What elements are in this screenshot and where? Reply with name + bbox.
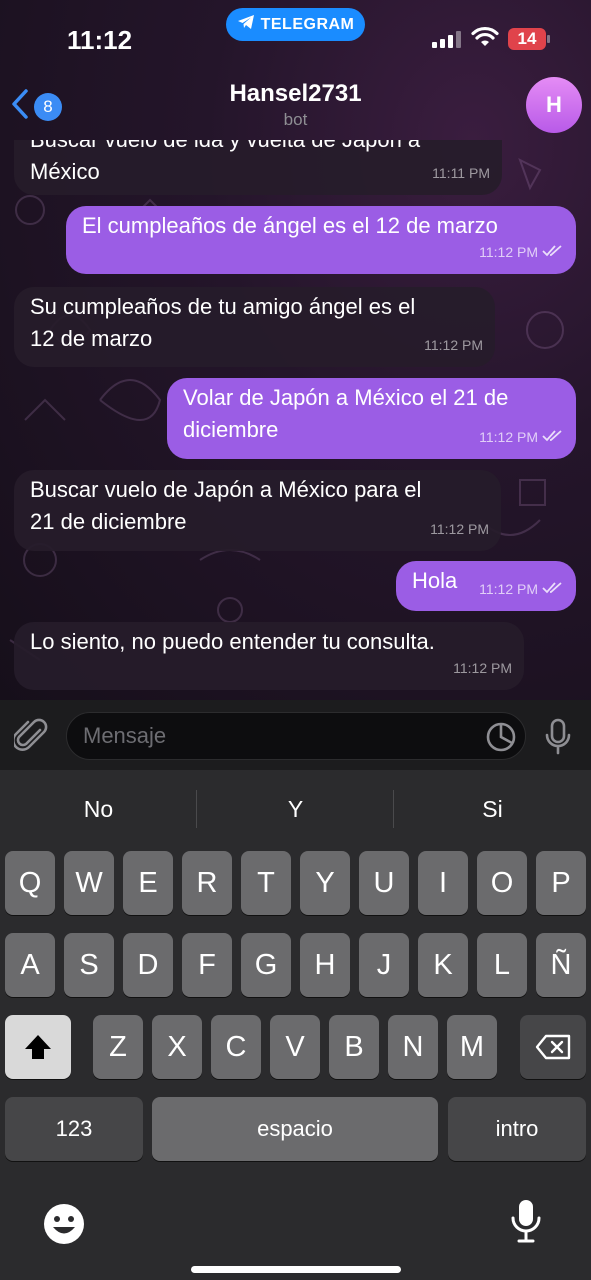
key-k[interactable]: K [418,933,468,997]
read-checkmarks-icon [542,573,564,605]
key-v[interactable]: V [270,1015,320,1079]
dictation-icon[interactable] [510,1198,542,1249]
suggestion-1[interactable]: No [0,770,197,848]
telegram-icon [237,14,255,35]
chat-subtitle: bot [283,110,308,129]
message-field[interactable] [66,712,526,760]
message-outgoing[interactable]: El cumpleaños de ángel es el 12 de marzo… [66,206,576,274]
key-t[interactable]: T [241,851,291,915]
attach-icon[interactable] [12,716,50,761]
key-s[interactable]: S [64,933,114,997]
message-input[interactable] [83,719,473,753]
key-u[interactable]: U [359,851,409,915]
keyboard-bottom [0,1180,591,1280]
message-time: 11:12 PM [430,521,489,537]
message-text: Buscar vuelo de ida y vuelta de Japón aM… [30,140,420,184]
message-text: Buscar vuelo de Japón a México para el 21… [30,477,422,534]
message-outgoing[interactable]: Volar de Japón a México el 21 de diciembr… [167,378,576,459]
read-checkmarks-icon [542,236,564,268]
message-time: 11:12 PM [479,236,564,268]
message-text: Su cumpleaños de tu amigo ángel es el 12 … [30,294,416,351]
key-q[interactable]: Q [5,851,55,915]
emoji-icon[interactable] [42,1202,86,1251]
shift-key[interactable] [5,1015,71,1079]
key-g[interactable]: G [241,933,291,997]
key-n[interactable]: N [388,1015,438,1079]
key-a[interactable]: A [5,933,55,997]
keyboard: No Y Si Q W E R T Y U I O P A S D F G H … [0,770,591,1280]
return-key[interactable]: intro [448,1097,586,1161]
status-time: 11:12 [67,25,133,55]
key-m[interactable]: M [447,1015,497,1079]
suggestion-bar: No Y Si [0,770,591,848]
key-j[interactable]: J [359,933,409,997]
key-r[interactable]: R [182,851,232,915]
message-incoming[interactable]: Su cumpleaños de tu amigo ángel es el 12 … [14,287,495,367]
key-l[interactable]: L [477,933,527,997]
avatar[interactable]: H [526,77,582,133]
message-time: 11:12 PM [424,337,483,353]
message-time: 11:11 PM [432,165,490,181]
key-enye[interactable]: Ñ [536,933,586,997]
key-z[interactable]: Z [93,1015,143,1079]
key-i[interactable]: I [418,851,468,915]
status-bar: 11:12 TELEGRAM 14 [0,0,591,70]
chat-title[interactable]: Hansel2731 [0,80,591,108]
message-outgoing[interactable]: Hola 11:12 PM [396,561,576,611]
compose-bar [0,700,591,770]
suggestion-3[interactable]: Si [394,770,591,848]
message-incoming[interactable]: Lo siento, no puedo entender tu consulta… [14,622,524,690]
backspace-icon [535,1034,571,1065]
message-list[interactable]: Buscar vuelo de ida y vuelta de Japón aM… [0,140,591,700]
read-checkmarks-icon [542,421,564,453]
key-e[interactable]: E [123,851,173,915]
battery-icon: 14 [508,28,550,50]
key-o[interactable]: O [477,851,527,915]
message-incoming[interactable]: Buscar vuelo de ida y vuelta de Japón aM… [14,140,502,195]
telegram-pill[interactable]: TELEGRAM [226,8,365,41]
battery-level: 14 [517,29,537,48]
chat-header: 8 Hansel2731 bot H [0,70,591,140]
message-time: 11:12 PM [479,573,564,605]
key-x[interactable]: X [152,1015,202,1079]
key-y[interactable]: Y [300,851,350,915]
key-b[interactable]: B [329,1015,379,1079]
message-incoming[interactable]: Buscar vuelo de Japón a México para el 21… [14,470,501,551]
space-key[interactable]: espacio [152,1097,438,1161]
key-d[interactable]: D [123,933,173,997]
home-indicator[interactable] [191,1266,401,1273]
key-p[interactable]: P [536,851,586,915]
message-time: 11:12 PM [479,421,564,453]
backspace-key[interactable] [520,1015,586,1079]
wifi-icon [471,26,499,53]
key-c[interactable]: C [211,1015,261,1079]
message-time: 11:12 PM [453,660,512,676]
sticker-icon[interactable] [485,721,517,758]
suggestion-2[interactable]: Y [197,770,394,848]
shift-icon [23,1035,53,1068]
key-h[interactable]: H [300,933,350,997]
microphone-icon[interactable] [544,718,572,761]
cellular-signal-icon [432,30,461,48]
key-f[interactable]: F [182,933,232,997]
numbers-key[interactable]: 123 [5,1097,143,1161]
key-w[interactable]: W [64,851,114,915]
message-text: Lo siento, no puedo entender tu consulta… [30,629,435,654]
telegram-pill-label: TELEGRAM [260,15,355,33]
